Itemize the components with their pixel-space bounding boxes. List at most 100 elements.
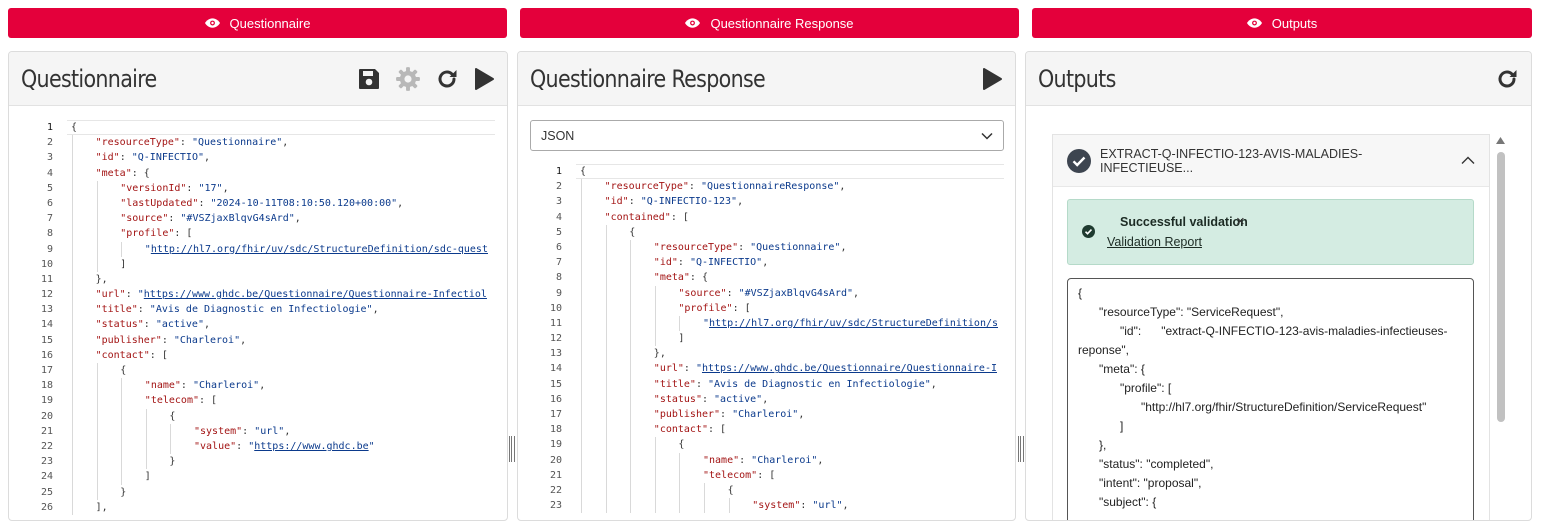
code-token: "source"	[678, 287, 727, 299]
code-token: "status"	[95, 319, 144, 331]
code-token[interactable]: https://www.ghdc.be/Questionnaire/Questi…	[702, 363, 997, 374]
code-text: "id": "Q-INFECTIO",	[654, 255, 768, 270]
gear-icon[interactable]	[395, 66, 421, 92]
code-token: : [	[198, 395, 218, 407]
line-number: 14	[40, 319, 53, 331]
code-line: 1{	[9, 120, 495, 135]
save-icon[interactable]	[357, 67, 381, 91]
code-token: ,	[397, 197, 404, 209]
code-token[interactable]: https://www.ghdc.be/Questionnaire/Questi…	[144, 289, 487, 300]
indent-guide	[581, 270, 582, 286]
line-number: 1	[555, 166, 562, 177]
indent-guide	[72, 287, 73, 303]
code-token: :	[688, 181, 701, 193]
code-line: 21 "system": "url",	[9, 423, 495, 439]
code-line: 14 "url": "https://www.ghdc.be/Questionna…	[518, 361, 1004, 377]
code-line: 20 "name": "Charleroi",	[518, 452, 1004, 468]
code-line: 20 {	[9, 408, 495, 424]
indent-guide	[581, 361, 582, 377]
output-accordion-header[interactable]: EXTRACT-Q-INFECTIO-123-AVIS-MALADIES-INF…	[1053, 135, 1489, 187]
indent-guide	[96, 241, 98, 257]
line-number: 3	[555, 196, 562, 208]
indent-guide	[145, 408, 147, 424]
indent-guide	[581, 346, 582, 362]
validation-report-link[interactable]: Validation Report	[1107, 235, 1202, 249]
toggle-outputs-button[interactable]: Outputs	[1032, 8, 1532, 38]
code-line: 16 "contact": [	[9, 347, 495, 363]
line-number: 5	[46, 182, 53, 194]
line-number: 4	[46, 167, 53, 179]
code-token: : [	[757, 469, 776, 481]
indent-guide	[630, 346, 632, 362]
indent-guide	[72, 378, 73, 394]
code-token: "#VSZjaxBlqvG4sArd"	[738, 287, 853, 299]
code-text: "resourceType": "Questionnaire",	[654, 240, 847, 255]
line-number: 18	[549, 424, 562, 436]
json-line: {	[1078, 286, 1083, 300]
validation-title: Successful validation	[1120, 215, 1248, 229]
code-text: "status": "active",	[96, 317, 210, 332]
indent-guide	[605, 331, 607, 347]
code-token: ]	[678, 333, 685, 345]
code-line: 14 "status": "active",	[9, 317, 495, 333]
questionnaire-code-editor[interactable]: 1{2 "resourceType": "Questionnaire", 3 "id"…	[9, 120, 495, 520]
questionnaire-response-panel-header: Questionnaire Response	[518, 52, 1015, 106]
code-token: : [	[707, 424, 727, 436]
code-token: "meta"	[95, 167, 132, 179]
code-line: 15 "publisher": "Charleroi",	[9, 332, 495, 348]
questionnaire-response-code-editor[interactable]: 1{2 "resourceType": "QuestionnaireRespons…	[518, 164, 1004, 520]
play-icon[interactable]	[981, 67, 1003, 91]
line-number: 11	[40, 273, 53, 285]
indent-guide	[96, 195, 98, 212]
json-line: reponse",	[1078, 343, 1129, 357]
code-token: :	[168, 213, 181, 225]
indent-guide	[581, 239, 582, 256]
splitter-handle[interactable]	[1018, 436, 1024, 462]
indent-guide	[121, 454, 123, 470]
indent-guide	[96, 438, 98, 455]
code-token[interactable]: http://hl7.org/fhir/uv/sdc/StructureDefi…	[709, 318, 998, 329]
code-token: :	[186, 182, 199, 194]
line-number: 8	[46, 228, 53, 240]
indent-guide	[72, 438, 73, 455]
indent-guide	[121, 393, 123, 409]
code-token[interactable]: http://hl7.org/fhir/uv/sdc/StructureDefi…	[151, 244, 488, 255]
code-text: "telecom": [	[703, 468, 775, 483]
indent-guide	[605, 467, 607, 483]
indent-guide	[704, 498, 705, 514]
code-text: "title": "Avis de Diagnostic en Infectio…	[654, 377, 937, 392]
code-text: "name": "Charleroi",	[703, 453, 823, 468]
line-number: 18	[40, 380, 53, 392]
code-token: :	[800, 500, 813, 512]
indent-guide	[605, 391, 607, 407]
code-token: {	[120, 365, 127, 376]
code-token: :	[119, 152, 132, 164]
code-token: ,	[294, 213, 301, 225]
check-circle-icon	[1082, 225, 1095, 238]
format-select[interactable]: JSON	[530, 120, 1004, 151]
scroll-up-arrow-icon[interactable]	[1496, 137, 1505, 144]
splitter-handle[interactable]	[509, 436, 515, 462]
code-line: 2 "resourceType": "Questionnaire",	[9, 135, 495, 151]
code-token: "publisher"	[95, 334, 162, 346]
output-scrollbar[interactable]	[1494, 134, 1506, 520]
code-text: {	[629, 225, 635, 240]
refresh-icon[interactable]	[1495, 67, 1519, 91]
play-icon[interactable]	[473, 67, 495, 91]
code-text: "lastUpdated": "2024-10-11T08:10:50.120+…	[120, 196, 403, 211]
line-number: 13	[549, 348, 562, 360]
indent-guide	[679, 482, 681, 499]
scrollbar-thumb[interactable]	[1497, 152, 1505, 422]
code-text: "value": "https://www.ghdc.be"	[194, 439, 375, 454]
code-token: :	[695, 378, 708, 390]
code-text: "contact": [	[96, 348, 168, 363]
toggle-questionnaire-button[interactable]: Questionnaire	[8, 8, 507, 38]
indent-guide	[96, 226, 98, 242]
line-number: 5	[555, 226, 562, 238]
refresh-icon[interactable]	[435, 67, 459, 91]
chevron-up-icon[interactable]	[1461, 156, 1475, 165]
code-token: ,	[930, 378, 937, 390]
close-icon[interactable]: ×	[1236, 213, 1245, 230]
code-token[interactable]: https://www.ghdc.be	[254, 441, 368, 452]
toggle-questionnaire-response-button[interactable]: Questionnaire Response	[520, 8, 1019, 38]
